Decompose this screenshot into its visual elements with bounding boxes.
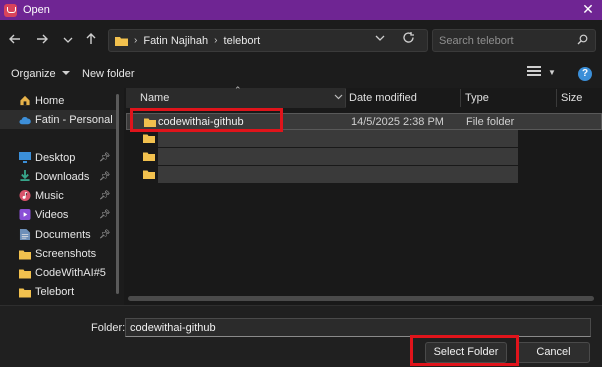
folder-icon — [115, 36, 128, 46]
sidebar-item-label: Telebort — [35, 285, 75, 298]
music-icon — [19, 190, 31, 201]
organize-label: Organize — [11, 68, 56, 80]
pin-icon: 📌︎ — [99, 209, 111, 219]
redacted-row-content — [158, 166, 518, 183]
arrow-left-icon — [9, 34, 20, 44]
folder-icon — [143, 134, 155, 143]
sidebar-item-label: Videos — [35, 208, 69, 221]
column-divider[interactable] — [460, 89, 461, 107]
folder-icon — [19, 269, 31, 279]
highlight-box-select-button — [410, 335, 519, 366]
desktop-icon — [19, 152, 31, 163]
sidebar-item-fatin-personal[interactable]: Fatin - Personal — [0, 110, 118, 129]
search-input[interactable] — [439, 34, 569, 48]
column-header-size[interactable]: Size — [561, 88, 582, 108]
navigation-pane: Home Fatin - Personal Desktop 📌︎ Downloa… — [0, 88, 124, 305]
search-box[interactable] — [432, 29, 596, 52]
title-bar: Open ✕ — [0, 0, 602, 20]
breadcrumb-user[interactable]: Fatin Najihah — [143, 35, 208, 47]
table-row[interactable] — [126, 148, 602, 165]
chevron-down-icon — [61, 71, 70, 75]
sidebar-item-music[interactable]: Music 📌︎ — [0, 186, 118, 205]
folder-icon — [143, 152, 155, 161]
pin-icon: 📌︎ — [99, 171, 111, 181]
command-bar: Organize New folder ▼ ? — [0, 61, 602, 88]
sidebar-item-desktop[interactable]: Desktop 📌︎ — [0, 148, 118, 167]
sidebar-item-label: Downloads — [35, 170, 90, 183]
arrow-right-icon — [37, 34, 48, 44]
sidebar-item-home[interactable]: Home — [0, 91, 118, 110]
sidebar-item-label: Screenshots — [35, 247, 97, 260]
arrow-up-icon — [86, 33, 96, 44]
view-dropdown-icon[interactable]: ▼ — [548, 68, 556, 77]
column-header-date[interactable]: Date modified — [349, 88, 417, 108]
sidebar-item-label: Music — [35, 189, 64, 202]
refresh-button[interactable] — [402, 31, 415, 47]
download-icon — [20, 170, 30, 181]
sidebar-item-screenshots[interactable]: Screenshots — [0, 244, 118, 263]
organize-button[interactable]: Organize — [11, 68, 70, 80]
home-icon — [20, 95, 30, 106]
chevron-down-icon — [63, 37, 73, 43]
column-header-type[interactable]: Type — [465, 88, 489, 108]
chevron-down-icon — [375, 35, 385, 41]
folder-icon — [19, 250, 31, 260]
table-row[interactable] — [126, 130, 602, 147]
help-button[interactable]: ? — [578, 67, 592, 81]
forward-button[interactable] — [33, 32, 51, 50]
highlight-box-selected-folder — [130, 108, 283, 132]
file-type: File folder — [466, 116, 515, 128]
column-filter-chevron-icon[interactable] — [334, 92, 343, 103]
column-divider[interactable] — [556, 89, 557, 107]
navigation-bar: › Fatin Najihah › telebort — [0, 20, 602, 61]
sidebar-item-label: Home — [35, 94, 65, 107]
cloud-icon — [19, 116, 31, 125]
search-icon — [577, 34, 588, 48]
folder-field[interactable] — [125, 318, 591, 337]
sidebar-item-downloads[interactable]: Downloads 📌︎ — [0, 167, 118, 186]
pin-icon: 📌︎ — [99, 190, 111, 200]
breadcrumb-separator: › — [134, 35, 138, 46]
table-row[interactable] — [126, 166, 602, 183]
sidebar-item-label: Fatin - Personal — [35, 113, 113, 126]
file-date: 14/5/2025 2:38 PM — [351, 116, 444, 128]
column-header-name[interactable]: Name — [140, 88, 169, 108]
sidebar-item-documents[interactable]: Documents 📌︎ — [0, 225, 118, 244]
folder-label: Folder: — [91, 322, 126, 334]
redacted-row-content — [158, 130, 518, 147]
column-divider[interactable] — [345, 89, 346, 107]
pin-icon: 📌︎ — [99, 152, 111, 162]
sidebar-item-telebort[interactable]: Telebort — [0, 282, 118, 301]
view-options-icon[interactable] — [527, 66, 541, 79]
sidebar-item-label: Desktop — [35, 151, 76, 164]
video-icon — [19, 209, 31, 220]
folder-icon — [143, 170, 155, 179]
refresh-icon — [403, 32, 414, 43]
cancel-button[interactable]: Cancel — [517, 342, 590, 363]
redacted-row-content — [158, 148, 518, 165]
sidebar-item-videos[interactable]: Videos 📌︎ — [0, 205, 118, 224]
app-icon — [4, 3, 17, 17]
pin-icon: 📌︎ — [99, 229, 111, 239]
close-button[interactable]: ✕ — [580, 1, 596, 17]
recent-locations-button[interactable] — [59, 32, 77, 50]
breadcrumb-current[interactable]: telebort — [224, 35, 261, 47]
sidebar-item-label: Documents — [35, 228, 91, 241]
sidebar-scrollbar[interactable] — [116, 94, 119, 294]
sort-ascending-icon: ⌃ — [234, 85, 242, 95]
up-button[interactable] — [82, 32, 100, 50]
breadcrumb-separator: › — [214, 35, 218, 46]
new-folder-button[interactable]: New folder — [82, 68, 135, 80]
horizontal-scrollbar[interactable] — [128, 296, 594, 301]
folder-icon — [19, 288, 31, 298]
sidebar-item-codewithai5[interactable]: CodeWithAI#5 — [0, 263, 118, 282]
address-dropdown-button[interactable] — [375, 33, 385, 46]
documents-icon — [19, 229, 31, 240]
sidebar-item-label: CodeWithAI#5 — [35, 266, 106, 279]
window-title: Open — [23, 4, 50, 16]
back-button[interactable] — [6, 32, 24, 50]
